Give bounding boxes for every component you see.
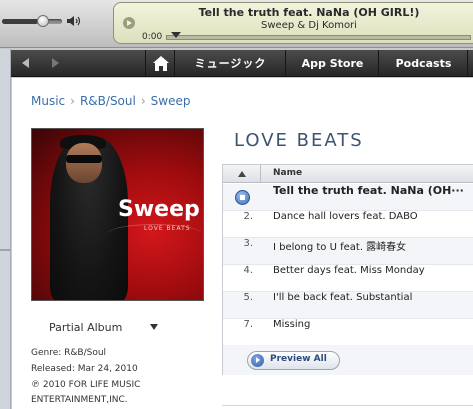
track-title: Better days feat. Miss Monday: [273, 265, 425, 276]
track-row[interactable]: Tell the truth feat. NaNa (OH···: [223, 184, 473, 211]
now-playing-display: Tell the truth feat. NaNa (OH GIRL!) Swe…: [113, 2, 473, 44]
playback-progress-bar[interactable]: [166, 32, 471, 40]
now-playing-title: Tell the truth feat. NaNa (OH GIRL!): [198, 6, 420, 19]
track-row[interactable]: 2. Dance hall lovers feat. DABO: [223, 211, 473, 238]
now-playing-icon[interactable]: [235, 190, 250, 205]
breadcrumb-item-artist[interactable]: Sweep: [151, 94, 191, 108]
dropdown-arrow-icon[interactable]: [150, 324, 158, 330]
track-number: 4.: [243, 265, 253, 276]
store-nav-bar: ミュージック App Store Podcasts: [11, 50, 473, 77]
track-title: Missing: [273, 319, 311, 330]
back-arrow-icon[interactable]: [15, 53, 37, 73]
track-list-header: Name: [223, 165, 473, 183]
artwork-sunglasses: [66, 155, 102, 163]
elapsed-time: 0:00: [142, 32, 163, 42]
breadcrumb-item-music[interactable]: Music: [31, 94, 65, 108]
copyright-line-1: ℗ 2010 FOR LIFE MUSIC: [31, 380, 141, 390]
track-number: 3.: [243, 238, 253, 249]
track-title: Tell the truth feat. NaNa (OH···: [273, 184, 464, 197]
breadcrumb-item-genre[interactable]: R&B/Soul: [80, 94, 136, 108]
partial-album-label[interactable]: Partial Album: [49, 321, 122, 334]
playhead-icon[interactable]: [171, 32, 181, 38]
volume-level: [2, 19, 38, 24]
track-title: I belong to U feat. 露崎春女: [273, 242, 407, 253]
artwork-face: [66, 143, 102, 183]
artwork-artist-text: Sweep: [118, 197, 200, 222]
tab-music[interactable]: ミュージック: [176, 50, 286, 77]
track-row[interactable]: 7. Missing: [223, 319, 473, 346]
now-playing-artist: Sweep & Dj Komori: [261, 20, 357, 31]
section-divider: [222, 405, 473, 409]
lcd-play-icon[interactable]: [123, 17, 135, 29]
track-number: 7.: [243, 319, 253, 330]
play-icon: [251, 354, 264, 367]
forward-arrow-icon[interactable]: [44, 53, 66, 73]
volume-knob[interactable]: [37, 15, 49, 27]
sort-ascending-icon[interactable]: [223, 165, 261, 183]
preview-all-label: Preview All: [270, 354, 327, 364]
track-row[interactable]: 4. Better days feat. Miss Monday: [223, 265, 473, 292]
copyright-line-2: ENTERTAINMENT,INC.: [31, 395, 128, 405]
track-number: 5.: [243, 292, 253, 303]
tab-app-store[interactable]: App Store: [287, 50, 379, 77]
volume-slider[interactable]: [2, 19, 62, 24]
album-artwork[interactable]: Sweep LOVE BEATS: [31, 128, 204, 301]
sidebar-divider: [0, 249, 10, 251]
track-row[interactable]: 3. I belong to U feat. 露崎春女: [223, 238, 473, 265]
track-list-footer: Preview All: [223, 345, 473, 375]
name-column-header[interactable]: Name: [273, 168, 302, 178]
release-date: Released: Mar 24, 2010: [31, 364, 138, 374]
tab-podcasts[interactable]: Podcasts: [380, 50, 468, 77]
album-title: LOVE BEATS: [234, 130, 364, 151]
track-row[interactable]: 5. I'll be back feat. Substantial: [223, 292, 473, 319]
breadcrumb-separator-icon: ›: [140, 94, 146, 108]
artwork-subtitle-text: LOVE BEATS: [144, 225, 191, 232]
track-number: 2.: [243, 211, 253, 222]
sidebar-edge: [0, 49, 11, 409]
track-list: Name Tell the truth feat. NaNa (OH··· 2. D…: [222, 164, 473, 375]
home-icon: [153, 56, 169, 71]
track-title: Dance hall lovers feat. DABO: [273, 211, 418, 222]
track-title: I'll be back feat. Substantial: [273, 292, 413, 303]
breadcrumb-separator-icon: ›: [70, 94, 75, 108]
player-bar: Tell the truth feat. NaNa (OH GIRL!) Swe…: [0, 0, 473, 48]
breadcrumb: Music › R&B/Soul › Sweep: [31, 94, 190, 108]
speaker-icon: [67, 16, 81, 26]
album-page: Music › R&B/Soul › Sweep Sweep LOVE BEATS Pa…: [12, 78, 473, 409]
preview-all-button[interactable]: Preview All: [247, 351, 340, 370]
genre-info: Genre: R&B/Soul: [31, 348, 107, 358]
home-button[interactable]: [145, 50, 175, 77]
